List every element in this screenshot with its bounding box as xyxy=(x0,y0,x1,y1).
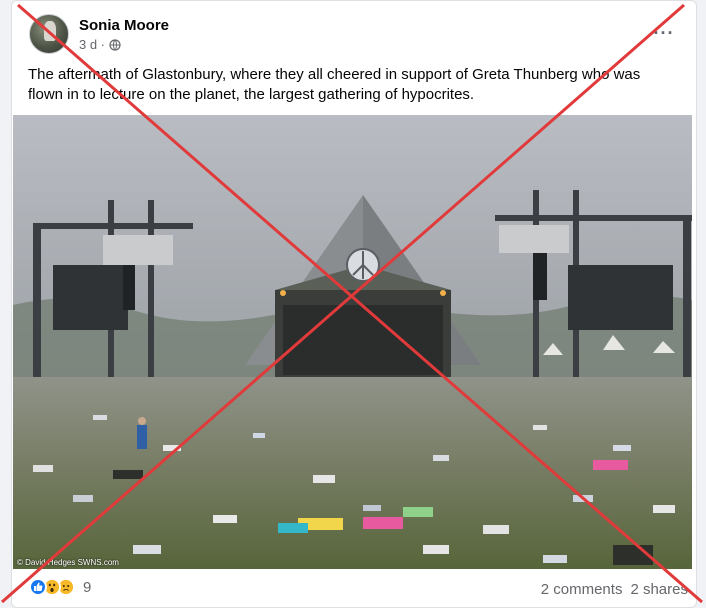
post-timestamp-row: 3 d · xyxy=(79,36,169,53)
engagement-stats: 2 comments 2 shares xyxy=(541,581,688,598)
festival-aftermath-photo xyxy=(13,115,692,569)
post-photo[interactable]: © David Hedges SWNS.com xyxy=(13,115,692,569)
comments-count-link[interactable]: 2 comments xyxy=(541,581,623,598)
photo-credit: © David Hedges SWNS.com xyxy=(17,558,119,567)
more-horizontal-icon: ··· xyxy=(653,22,675,43)
like-icon xyxy=(29,578,47,596)
post-timestamp[interactable]: 3 d · xyxy=(79,36,105,53)
post-header: Sonia Moore 3 d · xyxy=(29,14,169,54)
post-footer: 9 2 comments 2 shares xyxy=(12,569,696,607)
post-card: Sonia Moore 3 d · ··· The aftermath of G… xyxy=(11,0,697,608)
post-meta: Sonia Moore 3 d · xyxy=(79,16,169,53)
post-text: The aftermath of Glastonbury, where they… xyxy=(28,66,641,103)
reactions-summary[interactable]: 9 xyxy=(29,578,91,596)
reaction-count[interactable]: 9 xyxy=(83,579,91,596)
avatar[interactable] xyxy=(29,14,69,54)
shares-count-link[interactable]: 2 shares xyxy=(630,581,688,598)
globe-icon xyxy=(109,38,121,51)
author-name[interactable]: Sonia Moore xyxy=(79,16,169,35)
more-options-button[interactable]: ··· xyxy=(652,23,676,43)
